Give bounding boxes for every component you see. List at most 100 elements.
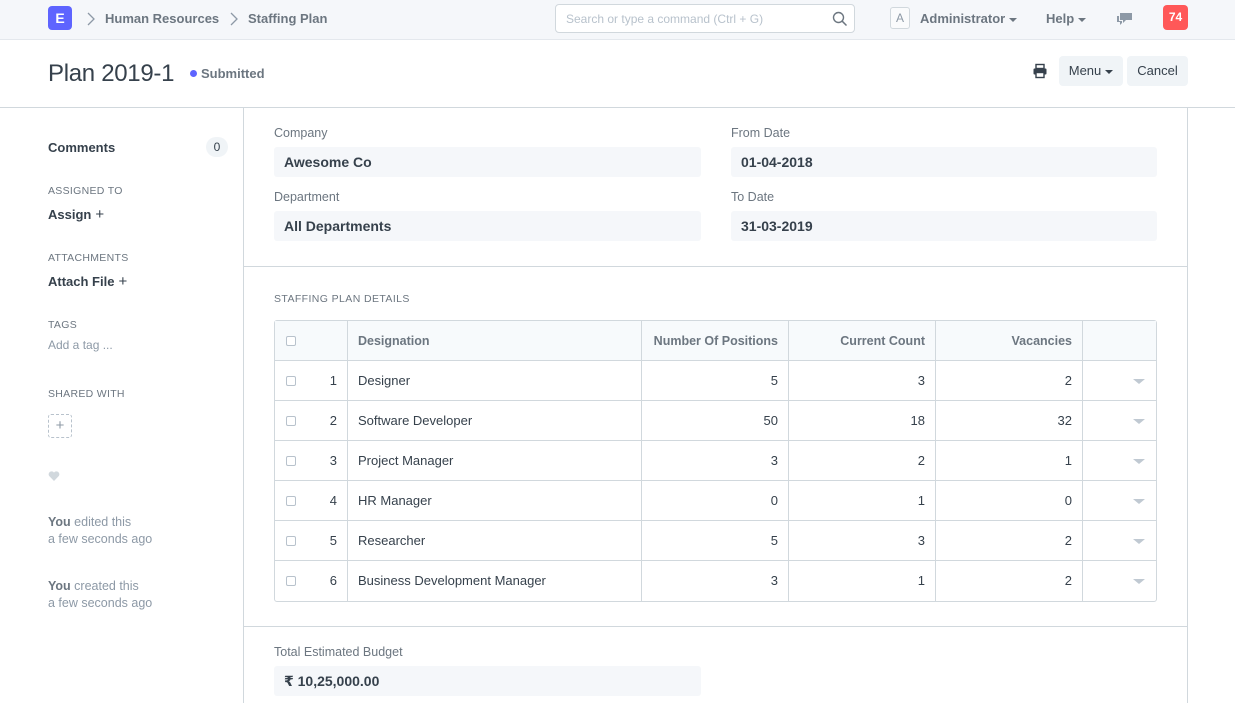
menu-button-label: Menu xyxy=(1068,63,1102,78)
app-logo[interactable]: E xyxy=(48,6,72,30)
notification-badge[interactable]: 74 xyxy=(1163,5,1188,30)
table-row[interactable]: 3 Project Manager 3 2 1 xyxy=(275,441,1156,481)
caret-down-icon xyxy=(1105,69,1114,74)
current-count-cell[interactable]: 18 xyxy=(789,401,925,441)
designation-cell[interactable]: Business Development Manager xyxy=(358,561,546,601)
current-count-cell[interactable]: 1 xyxy=(789,481,925,521)
breadcrumb-staffing-plan[interactable]: Staffing Plan xyxy=(248,11,327,26)
positions-cell[interactable]: 3 xyxy=(642,441,778,481)
help-dropdown[interactable]: Help xyxy=(1046,11,1087,26)
column-header-positions: Number Of Positions xyxy=(653,334,778,348)
caret-down-icon xyxy=(1009,17,1018,22)
search-icon[interactable] xyxy=(832,11,848,27)
assigned-to-label: ASSIGNED TO xyxy=(48,185,123,197)
column-divider xyxy=(347,561,348,601)
section-divider xyxy=(244,626,1187,627)
breadcrumb-human-resources[interactable]: Human Resources xyxy=(105,11,219,26)
caret-down-icon xyxy=(1078,17,1087,22)
attachments-label: ATTACHMENTS xyxy=(48,252,129,264)
vacancies-cell[interactable]: 0 xyxy=(936,481,1072,521)
company-field[interactable]: Awesome Co xyxy=(274,147,701,177)
table-row[interactable]: 6 Business Development Manager 3 1 2 xyxy=(275,561,1156,601)
current-count-cell[interactable]: 3 xyxy=(789,521,925,561)
designation-cell[interactable]: Designer xyxy=(358,361,410,401)
shared-with-label: SHARED WITH xyxy=(48,388,125,400)
current-count-cell[interactable]: 1 xyxy=(789,561,925,601)
column-divider xyxy=(347,481,348,521)
current-count-cell[interactable]: 2 xyxy=(789,441,925,481)
attach-file-button[interactable]: Attach File + xyxy=(48,273,127,290)
row-expand-icon[interactable] xyxy=(1133,459,1145,464)
chevron-right-icon xyxy=(87,12,95,26)
column-divider xyxy=(1082,321,1083,361)
add-tag-input[interactable]: Add a tag ... xyxy=(48,338,113,352)
current-count-cell[interactable]: 3 xyxy=(789,361,925,401)
row-checkbox[interactable] xyxy=(286,376,296,386)
row-checkbox[interactable] xyxy=(286,456,296,466)
row-expand-icon[interactable] xyxy=(1133,579,1145,584)
table-row[interactable]: 4 HR Manager 0 1 0 xyxy=(275,481,1156,521)
vacancies-cell[interactable]: 1 xyxy=(936,441,1072,481)
designation-cell[interactable]: Software Developer xyxy=(358,401,472,441)
menu-button[interactable]: Menu xyxy=(1059,56,1123,86)
vacancies-cell[interactable]: 32 xyxy=(936,401,1072,441)
vacancies-cell[interactable]: 2 xyxy=(936,361,1072,401)
positions-cell[interactable]: 50 xyxy=(642,401,778,441)
navbar: E Human Resources Staffing Plan A Admini… xyxy=(0,0,1235,40)
row-expand-icon[interactable] xyxy=(1133,539,1145,544)
to-date-label: To Date xyxy=(731,190,775,204)
row-checkbox[interactable] xyxy=(286,416,296,426)
heart-icon[interactable] xyxy=(48,470,60,482)
table-row[interactable]: 1 Designer 5 3 2 xyxy=(275,361,1156,401)
row-expand-icon[interactable] xyxy=(1133,499,1145,504)
chat-icon[interactable] xyxy=(1116,10,1134,28)
table-header: Designation Number Of Positions Current … xyxy=(275,321,1156,361)
comments-link[interactable]: Comments xyxy=(48,140,115,155)
positions-cell[interactable]: 5 xyxy=(642,521,778,561)
designation-cell[interactable]: HR Manager xyxy=(358,481,432,521)
timeline-item: You edited this a few seconds ago xyxy=(48,514,152,548)
timeline-who: You xyxy=(48,515,71,529)
chevron-right-icon xyxy=(230,12,238,26)
department-field[interactable]: All Departments xyxy=(274,211,701,241)
positions-cell[interactable]: 3 xyxy=(642,561,778,601)
to-date-field[interactable]: 31-03-2019 xyxy=(731,211,1157,241)
budget-field[interactable]: ₹ 10,25,000.00 xyxy=(274,666,701,696)
designation-cell[interactable]: Project Manager xyxy=(358,441,453,481)
positions-cell[interactable]: 5 xyxy=(642,361,778,401)
positions-cell[interactable]: 0 xyxy=(642,481,778,521)
timeline-action: edited this xyxy=(74,515,132,529)
designation-cell[interactable]: Researcher xyxy=(358,521,425,561)
row-expand-icon[interactable] xyxy=(1133,419,1145,424)
company-label: Company xyxy=(274,126,328,140)
plus-icon: + xyxy=(118,273,128,290)
search-input[interactable] xyxy=(556,5,816,32)
status-badge: Submitted xyxy=(201,66,265,81)
add-share-button[interactable]: + xyxy=(48,414,72,438)
vacancies-cell[interactable]: 2 xyxy=(936,561,1072,601)
row-checkbox[interactable] xyxy=(286,536,296,546)
assign-button[interactable]: Assign + xyxy=(48,206,104,223)
from-date-field[interactable]: 01-04-2018 xyxy=(731,147,1157,177)
cancel-button[interactable]: Cancel xyxy=(1127,56,1188,86)
plus-icon: + xyxy=(55,417,65,434)
timeline-time: a few seconds ago xyxy=(48,596,153,610)
comments-count: 0 xyxy=(206,137,228,157)
row-index: 3 xyxy=(329,453,337,468)
vacancies-cell[interactable]: 2 xyxy=(936,521,1072,561)
user-dropdown[interactable]: Administrator xyxy=(920,11,1018,26)
column-divider xyxy=(1082,401,1083,441)
attach-file-label: Attach File xyxy=(48,274,115,289)
row-expand-icon[interactable] xyxy=(1133,379,1145,384)
select-all-checkbox[interactable] xyxy=(286,336,296,346)
row-index: 5 xyxy=(329,533,337,548)
print-icon[interactable] xyxy=(1032,63,1048,79)
row-checkbox[interactable] xyxy=(286,576,296,586)
page-head: Plan 2019-1 Submitted Menu Cancel xyxy=(0,40,1235,108)
avatar[interactable]: A xyxy=(890,7,910,29)
table-row[interactable]: 2 Software Developer 50 18 32 xyxy=(275,401,1156,441)
table-row[interactable]: 5 Researcher 5 3 2 xyxy=(275,521,1156,561)
row-checkbox[interactable] xyxy=(286,496,296,506)
column-divider xyxy=(1082,521,1083,561)
user-dropdown-label: Administrator xyxy=(920,11,1006,26)
